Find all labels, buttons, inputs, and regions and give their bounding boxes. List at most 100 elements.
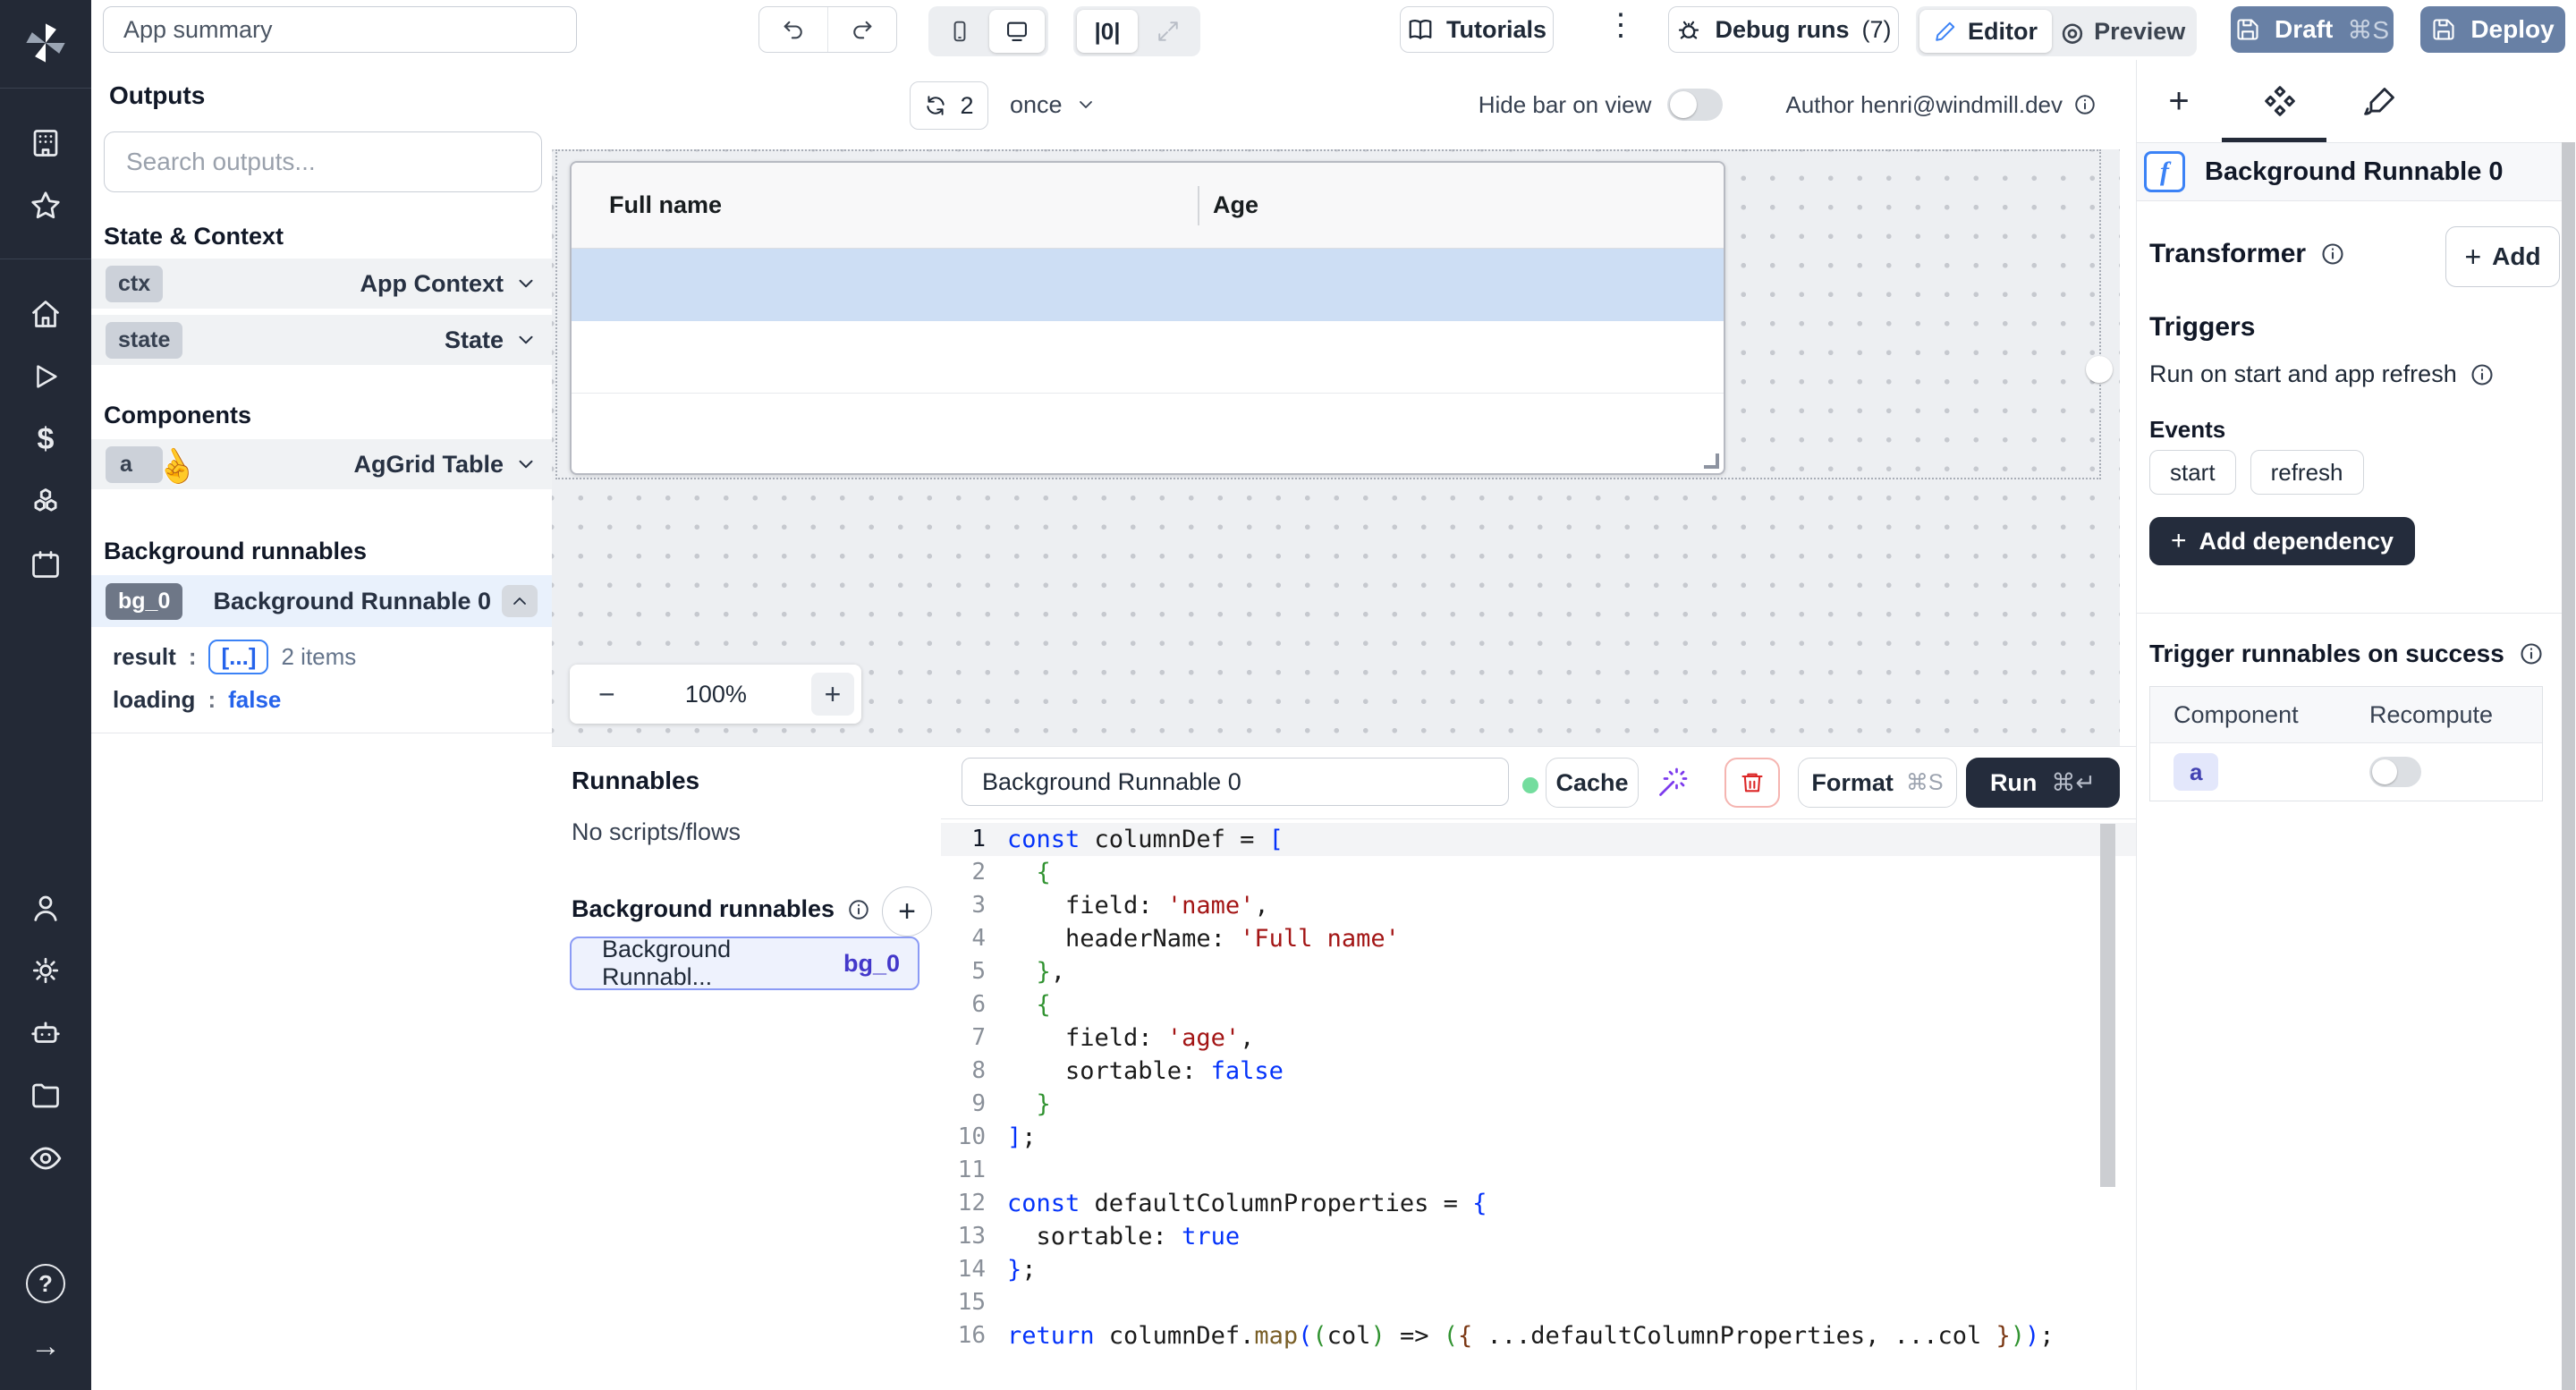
hide-bar-toggle[interactable] (1667, 89, 1723, 121)
collapse-button[interactable] (502, 585, 538, 617)
code-line[interactable]: 16return columnDef.map((col) => ({ ...de… (941, 1319, 2136, 1352)
code-line[interactable]: 11 (941, 1154, 2136, 1187)
panel-scrollbar[interactable] (2562, 142, 2575, 1390)
resize-handle[interactable] (1704, 453, 1719, 469)
background-runnable-item[interactable]: Background Runnabl... bg_0 (570, 937, 919, 990)
code-line[interactable]: 10]; (941, 1121, 2136, 1154)
diamonds-icon (2262, 83, 2298, 119)
background-runnables-header: Background runnables (572, 895, 870, 923)
workers-robot-icon[interactable] (0, 1002, 91, 1064)
aggrid-table-component[interactable]: Full name Age (570, 161, 1725, 475)
code-line[interactable]: 1const columnDef = [ (941, 823, 2136, 856)
runs-play-icon[interactable] (0, 345, 91, 408)
column-header-age[interactable]: Age (1213, 191, 1258, 219)
delete-runnable-button[interactable] (1724, 758, 1780, 808)
variables-dollar-icon[interactable]: $ (0, 408, 91, 470)
table-row[interactable] (572, 321, 1724, 394)
output-row-state[interactable]: state State (91, 315, 552, 365)
zoom-in-button[interactable]: + (811, 673, 854, 716)
cache-button[interactable]: Cache (1546, 758, 1639, 808)
code-line[interactable]: 2 { (941, 856, 2136, 889)
code-line[interactable]: 9 } (941, 1088, 2136, 1121)
favorites-star-icon[interactable] (0, 174, 91, 237)
ai-wand-button[interactable] (1657, 767, 1689, 799)
schedules-calendar-icon[interactable] (0, 533, 91, 596)
code-line[interactable]: 4 headerName: 'Full name' (941, 922, 2136, 955)
expand-sidebar-arrow-icon[interactable]: → (0, 1315, 91, 1377)
recompute-toggle[interactable] (2369, 757, 2421, 787)
code-line[interactable]: 6 { (941, 988, 2136, 1021)
folders-icon[interactable] (0, 1064, 91, 1127)
draft-button[interactable]: Draft⌘S (2231, 6, 2394, 53)
info-icon[interactable] (2320, 242, 2345, 267)
code-line[interactable]: 7 field: 'age', (941, 1021, 2136, 1055)
runnables-title: Runnables (572, 767, 699, 795)
frequency-select[interactable]: once (1010, 81, 1097, 128)
run-button[interactable]: Run⌘↵ (1966, 758, 2120, 808)
preview-icon: ◎ (2062, 17, 2083, 47)
table-header-row: Full name Age (572, 163, 1724, 249)
code-area[interactable]: 1const columnDef = [2 {3 field: 'name',4… (941, 818, 2136, 1390)
code-line[interactable]: 12const defaultColumnProperties = { (941, 1187, 2136, 1220)
info-icon[interactable] (2073, 93, 2097, 116)
code-scrollbar[interactable] (2100, 824, 2115, 1187)
info-icon[interactable] (2470, 362, 2495, 387)
deploy-button[interactable]: Deploy (2420, 6, 2565, 53)
add-background-runnable-button[interactable]: + (882, 886, 932, 937)
centered-layout-button[interactable]: |0| (1077, 10, 1138, 53)
redo-button[interactable] (828, 7, 896, 52)
on-success-header: Trigger runnables on success (2149, 640, 2544, 668)
code-line[interactable]: 3 field: 'name', (941, 889, 2136, 922)
refresh-icon (924, 94, 947, 117)
code-line[interactable]: 15 (941, 1286, 2136, 1319)
output-row-bg0[interactable]: bg_0 Background Runnable 0 (91, 575, 552, 627)
pencil-icon (1934, 20, 1957, 43)
expand-result-button[interactable]: [...] (208, 640, 268, 674)
add-transformer-button[interactable]: +Add (2445, 226, 2560, 287)
chevron-down-icon[interactable] (514, 453, 538, 476)
code-line[interactable]: 14}; (941, 1253, 2136, 1286)
fullscreen-layout-button[interactable] (1140, 10, 1197, 53)
table-row-selected[interactable] (572, 249, 1724, 321)
tab-component-settings[interactable] (2258, 80, 2301, 123)
chevron-down-icon[interactable] (514, 328, 538, 352)
zoom-out-button[interactable]: − (593, 677, 621, 712)
tab-editor[interactable]: Editor (1919, 10, 2052, 53)
column-divider[interactable] (1198, 186, 1199, 225)
help-icon[interactable]: ? (0, 1252, 91, 1315)
tutorials-button[interactable]: Tutorials (1400, 6, 1554, 53)
more-menu-button[interactable]: ⋮ (1606, 7, 1638, 43)
tab-insert-component[interactable]: + (2157, 80, 2200, 123)
selected-runnable-header[interactable]: f Background Runnable 0 (2137, 142, 2562, 201)
output-row-ctx[interactable]: ctx App Context (91, 259, 552, 309)
column-header-full-name[interactable]: Full name (609, 191, 722, 219)
app-summary-input[interactable] (103, 6, 577, 53)
mobile-view-button[interactable] (932, 10, 987, 53)
add-dependency-button[interactable]: +Add dependency (2149, 517, 2415, 565)
tab-styling[interactable] (2360, 80, 2402, 123)
code-line[interactable]: 5 }, (941, 955, 2136, 988)
code-line[interactable]: 8 sortable: false (941, 1055, 2136, 1088)
debug-runs-button[interactable]: Debug runs(7) (1668, 6, 1899, 53)
runnable-name-input[interactable] (962, 758, 1509, 806)
search-outputs-input[interactable] (104, 131, 542, 192)
undo-button[interactable] (759, 7, 827, 52)
info-icon[interactable] (2519, 641, 2544, 666)
audit-eye-icon[interactable] (0, 1127, 91, 1190)
workspace-icon[interactable] (0, 112, 91, 174)
windmill-logo-icon[interactable] (22, 20, 69, 66)
refresh-app-button[interactable]: 2 (910, 81, 988, 130)
tab-preview[interactable]: ◎ Preview (2054, 10, 2193, 53)
trigger-runnables-table: Component Recompute a (2149, 686, 2543, 801)
triggers-title: Triggers (2149, 312, 2255, 343)
code-line[interactable]: 13 sortable: true (941, 1220, 2136, 1253)
settings-gear-icon[interactable] (0, 939, 91, 1002)
format-button[interactable]: Format⌘S (1798, 758, 1957, 808)
home-icon[interactable] (0, 283, 91, 345)
chevron-down-icon[interactable] (514, 272, 538, 295)
resources-boxes-icon[interactable] (0, 470, 91, 533)
info-icon[interactable] (847, 898, 870, 921)
user-icon[interactable] (0, 877, 91, 939)
desktop-view-button[interactable] (989, 10, 1045, 53)
event-chips: start refresh (2149, 450, 2364, 495)
